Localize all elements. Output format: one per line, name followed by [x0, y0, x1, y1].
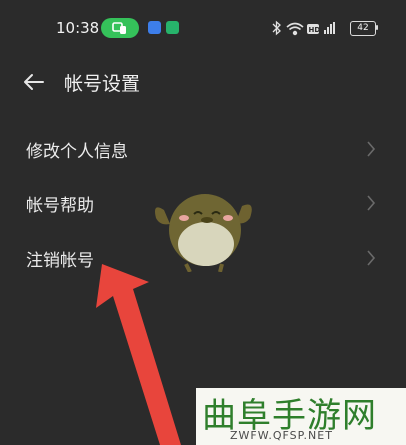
- watermark: 曲阜手游网 ZWFW.QFSP.NET: [196, 388, 406, 445]
- annotation-arrow: [96, 264, 181, 445]
- watermark-url: ZWFW.QFSP.NET: [230, 429, 333, 442]
